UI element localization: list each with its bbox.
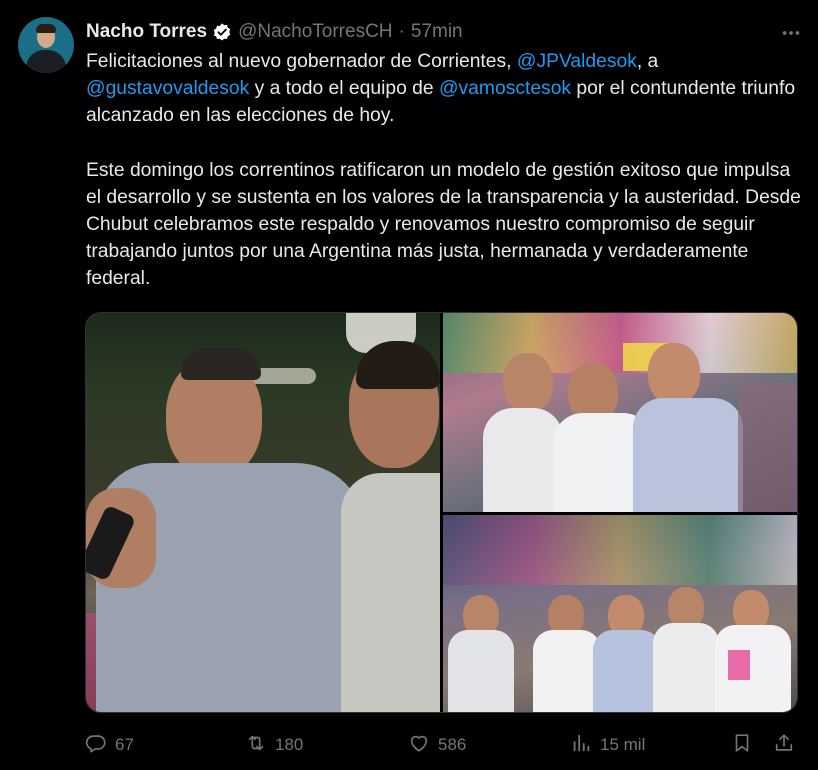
share-button[interactable] (773, 728, 803, 762)
tweet-actions: 67 180 586 15 mil (85, 728, 798, 762)
reply-count: 67 (115, 735, 134, 754)
photo-3[interactable] (443, 515, 797, 712)
repost-button[interactable]: 180 (245, 728, 303, 762)
tweet-paragraph-1: Felicitaciones al nuevo gobernador de Co… (86, 48, 801, 130)
text-segment: , a (636, 51, 659, 72)
separator-dot: · (398, 21, 405, 42)
tweet: Nacho Torres @NachoTorresCH · 57min Feli… (0, 0, 818, 770)
author-name[interactable]: Nacho Torres (86, 21, 207, 43)
bookmark-button[interactable] (731, 728, 761, 762)
author-handle[interactable]: @NachoTorresCH (238, 21, 392, 43)
tweet-paragraph-2: Este domingo los correntinos ratificaron… (86, 159, 801, 290)
text-segment: y a todo el equipo de (249, 78, 439, 100)
like-icon (408, 732, 438, 759)
more-icon[interactable] (780, 22, 802, 50)
tweet-header: Nacho Torres @NachoTorresCH · 57min (86, 20, 463, 44)
tweet-text: Felicitaciones al nuevo gobernador de Co… (86, 48, 801, 293)
mention-link[interactable]: @vamosctesok (439, 78, 571, 99)
mention-link[interactable]: @JPValdesok (517, 51, 637, 72)
like-count: 586 (438, 735, 467, 754)
media-grid (85, 312, 798, 713)
verified-badge-icon (212, 22, 232, 42)
like-button[interactable]: 586 (408, 728, 466, 762)
views-icon (570, 732, 600, 759)
reply-icon (85, 732, 115, 759)
reply-button[interactable]: 67 (85, 728, 134, 762)
photo-2[interactable] (443, 313, 797, 512)
tweet-timestamp[interactable]: 57min (411, 21, 463, 43)
avatar[interactable] (18, 17, 74, 73)
views-count: 15 mil (600, 735, 646, 754)
repost-icon (245, 732, 275, 759)
repost-count: 180 (275, 735, 304, 754)
mention-link[interactable]: @gustavovaldesok (86, 78, 249, 99)
share-icon (773, 732, 803, 759)
photo-1[interactable] (86, 313, 440, 712)
views-button[interactable]: 15 mil (570, 728, 645, 762)
bookmark-icon (731, 732, 761, 759)
text-segment: Felicitaciones al nuevo gobernador de Co… (86, 51, 517, 72)
